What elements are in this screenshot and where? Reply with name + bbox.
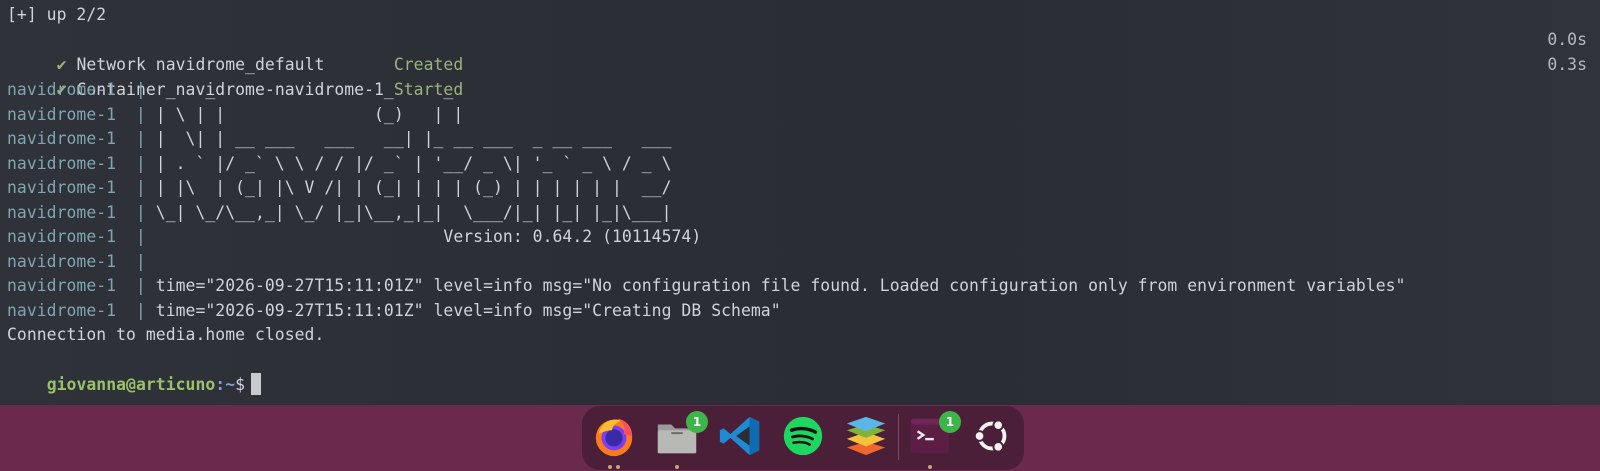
- prompt-line[interactable]: giovanna@articuno:~$: [7, 347, 1593, 395]
- text-cursor[interactable]: [251, 373, 262, 395]
- prompt-path: :~: [215, 375, 236, 394]
- version-text: Version: 0.64.2 (10114574): [155, 227, 702, 246]
- log-text: | . ` |/ _` \ \ / / |/ _` | '__/ _ \| '_…: [155, 153, 672, 173]
- container-status-line: ✔ Container navidrome-navidrome-1 Starte…: [7, 52, 1593, 99]
- log-prefix: navidrome-1 |: [7, 104, 156, 124]
- log-line: navidrome-1 | | |\ | (_| |\ V /| | (_| |…: [7, 175, 1593, 200]
- dock-separator: [898, 414, 899, 460]
- ubuntu-apps-icon: [969, 413, 1015, 463]
- log-line: navidrome-1 | time="2026-09-27T15:11:01Z…: [7, 273, 1593, 298]
- running-indicator: [928, 465, 932, 469]
- log-line: navidrome-1 | time="2026-09-27T15:11:01Z…: [7, 298, 1593, 323]
- notification-badge: 1: [939, 411, 961, 433]
- prompt-user: giovanna@articuno: [46, 375, 216, 394]
- dock-item-files[interactable]: 1: [652, 411, 708, 469]
- running-indicator: [616, 465, 620, 469]
- log-text: | |\ | (_| |\ V /| | (_| | | | (_) | | |…: [155, 178, 672, 197]
- log-prefix: navidrome-1 |: [7, 251, 156, 271]
- log-line: navidrome-1 | Version: 0.64.2 (10114574): [7, 224, 1593, 249]
- log-line: navidrome-1 | | \ | | (_) | |: [7, 102, 1593, 127]
- log-prefix: navidrome-1 |: [7, 178, 156, 197]
- log-text: \_| \_/\__,_| \_/ |_|\__,_|_| \___/|_| |…: [155, 202, 672, 222]
- connection-closed-line: Connection to media.home closed.: [7, 325, 325, 344]
- vscode-icon: [717, 413, 763, 463]
- notification-badge: 1: [686, 411, 708, 433]
- dock-item-terminal[interactable]: 1: [905, 411, 961, 469]
- log-prefix: navidrome-1 |: [7, 80, 156, 99]
- log-prefix: navidrome-1 |: [7, 300, 156, 320]
- log-line: navidrome-1 | \_| \_/\__,_| \_/ |_|\__,_…: [7, 200, 1593, 225]
- log-prefix: navidrome-1 |: [7, 227, 156, 246]
- firefox-icon: [591, 413, 637, 463]
- log-prefix: navidrome-1 |: [7, 129, 156, 148]
- dock-item-show-apps[interactable]: [967, 413, 1017, 463]
- log-text: time="2026-09-27T15:11:01Z" level=info m…: [155, 300, 781, 320]
- log-text: | \ | | (_) | |: [155, 104, 464, 124]
- log-prefix: navidrome-1 |: [7, 153, 156, 173]
- log-text: | \| | __ ___ ___ __| |_ __ ___ _ __ ___…: [155, 129, 672, 148]
- running-indicator: [675, 465, 679, 469]
- running-indicator: [608, 465, 612, 469]
- layers-app-icon: [843, 413, 889, 463]
- log-line: navidrome-1 | | \| | __ ___ ___ __| |_ _…: [7, 126, 1593, 151]
- log-prefix: navidrome-1 |: [7, 276, 156, 295]
- log-line: navidrome-1 |: [7, 249, 1593, 274]
- dock-item-spotify[interactable]: [778, 413, 828, 463]
- log-line: navidrome-1 | _ _ _ _: [7, 77, 1593, 102]
- dock-item-firefox[interactable]: [589, 413, 639, 469]
- log-line: navidrome-1 | | . ` |/ _` \ \ / / |/ _` …: [7, 151, 1593, 176]
- prompt-symbol: $: [235, 375, 246, 394]
- log-text: time="2026-09-27T15:11:01Z" level=info m…: [155, 276, 1406, 295]
- dock-item-vscode[interactable]: [715, 413, 765, 463]
- terminal-window[interactable]: [+] up 2/2 ✔ Network navidrome_default C…: [0, 0, 1600, 405]
- compose-header: [+] up 2/2: [7, 5, 107, 24]
- container-duration: 0.3s: [1547, 55, 1587, 74]
- network-status-line: ✔ Network navidrome_default Created 0.0s: [7, 27, 1593, 74]
- dock-item-layers-app[interactable]: [841, 413, 891, 463]
- log-prefix: navidrome-1 |: [7, 202, 156, 222]
- network-duration: 0.0s: [1547, 30, 1587, 49]
- spotify-icon: [780, 413, 826, 463]
- log-text: _ _ _ _: [155, 80, 454, 99]
